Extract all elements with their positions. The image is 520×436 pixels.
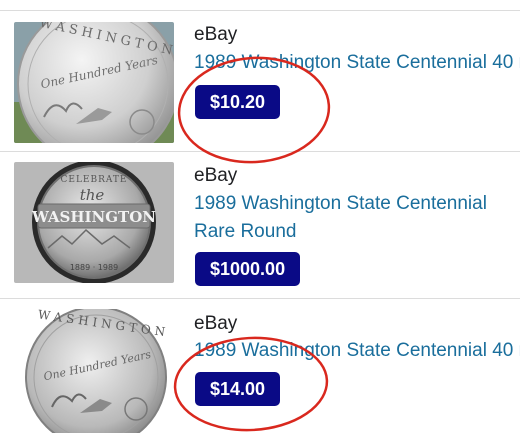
product-image[interactable]: WASHINGTON One Hundred Years: [14, 22, 174, 143]
shopping-results-list: WASHINGTON One Hundred Years eBay 1989 W…: [0, 0, 520, 435]
list-item[interactable]: CELEBRATE the WASHINGTON 1889 · 1989 eBa…: [0, 151, 520, 298]
coin-banner-text: WASHINGTON: [31, 208, 156, 226]
coin-top-text: CELEBRATE: [61, 175, 128, 185]
washington-centennial-coin-icon: WASHINGTON One Hundred Years: [14, 309, 174, 433]
price-badge[interactable]: $1000.00: [195, 252, 301, 286]
price-badge[interactable]: $10.20: [195, 85, 281, 119]
product-image[interactable]: CELEBRATE the WASHINGTON 1889 · 1989: [14, 162, 174, 283]
result-title-link[interactable]: 1989 Washington State Centennial Rare Ro…: [194, 190, 520, 246]
coin-years-text: 1889 · 1989: [70, 263, 118, 272]
result-source: eBay: [194, 313, 238, 334]
result-source: eBay: [194, 165, 238, 186]
coin-the-text: the: [80, 186, 105, 204]
price-badge[interactable]: $14.00: [195, 372, 281, 406]
washington-centennial-coin-icon: CELEBRATE the WASHINGTON 1889 · 1989: [14, 162, 174, 283]
list-item[interactable]: WASHINGTON One Hundred Years eBay 1989 W…: [0, 10, 520, 151]
washington-centennial-coin-icon: WASHINGTON One Hundred Years: [14, 22, 174, 143]
list-item[interactable]: WASHINGTON One Hundred Years eBay 1989 W…: [0, 298, 520, 436]
result-source: eBay: [194, 24, 238, 45]
result-title-link[interactable]: 1989 Washington State Centennial 40 mm: [194, 337, 520, 365]
product-image[interactable]: WASHINGTON One Hundred Years: [14, 309, 174, 433]
result-title-link[interactable]: 1989 Washington State Centennial 40 mm: [194, 49, 520, 77]
